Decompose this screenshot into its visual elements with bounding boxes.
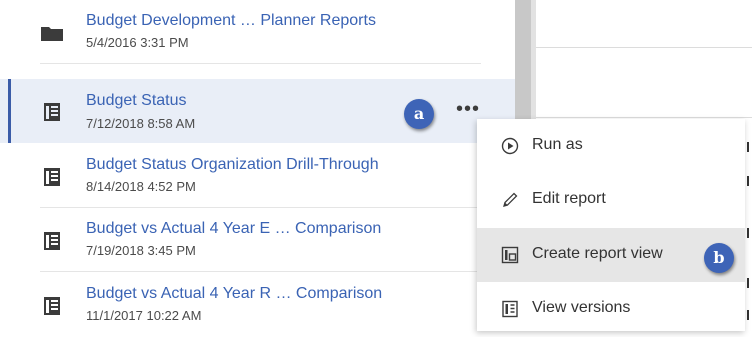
menu-item-run-as[interactable]: Run as (477, 119, 745, 173)
menu-item-label: Run as (532, 136, 583, 153)
menu-item-view-versions[interactable]: View versions (477, 282, 745, 336)
list-item[interactable]: Budget Status Organization Drill-Through… (0, 144, 515, 208)
list-item[interactable]: Budget vs Actual 4 Year R … Comparison 1… (0, 273, 515, 337)
item-date: 11/1/2017 10:22 AM (86, 308, 202, 323)
report-icon (44, 297, 60, 315)
callout-badge-b: b (704, 243, 734, 273)
callout-badge-a: a (404, 99, 434, 129)
item-date: 7/12/2018 8:58 AM (86, 116, 196, 131)
menu-item-edit-report[interactable]: Edit report (477, 173, 745, 227)
divider (536, 47, 752, 48)
item-title[interactable]: Budget Status Organization Drill-Through (86, 156, 379, 174)
list-item[interactable]: Budget Development … Planner Reports 5/4… (0, 0, 515, 64)
list-item[interactable]: Budget vs Actual 4 Year E … Comparison 7… (0, 208, 515, 272)
report-icon (44, 232, 60, 250)
menu-item-label: View versions (532, 299, 631, 316)
report-view-icon (501, 246, 519, 264)
divider (40, 271, 481, 272)
item-title[interactable]: Budget Development … Planner Reports (86, 12, 376, 30)
versions-icon (502, 300, 518, 318)
context-menu: Run as Edit report Create report view Vi… (477, 119, 745, 331)
item-title[interactable]: Budget vs Actual 4 Year R … Comparison (86, 285, 382, 303)
play-circle-icon (501, 137, 519, 155)
divider (536, 117, 752, 118)
folder-icon (41, 27, 63, 41)
menu-item-label: Create report view (532, 245, 663, 262)
item-title[interactable]: Budget Status (86, 92, 187, 110)
item-date: 8/14/2018 4:52 PM (86, 179, 196, 194)
pencil-icon (503, 192, 518, 207)
item-date: 5/4/2016 3:31 PM (86, 35, 189, 50)
more-options-button[interactable]: ••• (453, 97, 483, 121)
report-icon (44, 168, 60, 186)
report-icon (44, 103, 60, 121)
list-item-selected[interactable]: Budget Status 7/12/2018 8:58 AM ••• (0, 79, 515, 143)
menu-item-label: Edit report (532, 190, 606, 207)
edge-text-fragments (747, 120, 752, 331)
divider (40, 63, 481, 64)
item-date: 7/19/2018 3:45 PM (86, 243, 196, 258)
item-title[interactable]: Budget vs Actual 4 Year E … Comparison (86, 220, 381, 238)
content-list: Budget Development … Planner Reports 5/4… (0, 0, 515, 331)
